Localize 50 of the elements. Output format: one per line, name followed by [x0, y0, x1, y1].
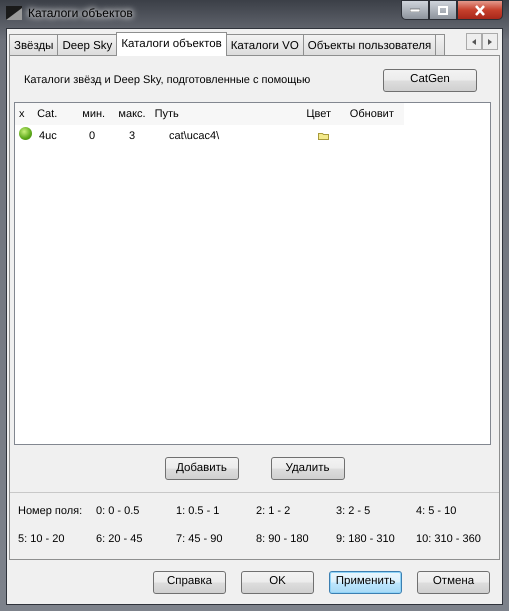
tab[interactable] [435, 34, 446, 55]
folder-icon[interactable] [318, 132, 329, 140]
field-range: 5: 10 - 20 [18, 532, 66, 546]
right-arrow-icon [486, 36, 494, 46]
dialog-button[interactable]: Применить [329, 570, 402, 594]
column-header[interactable]: Путь [154, 106, 306, 122]
column-header[interactable]: макс. [118, 106, 155, 122]
field-range: 9: 180 - 310 [336, 532, 396, 546]
app-icon [6, 6, 22, 20]
delete-button[interactable]: Удалить [270, 457, 344, 480]
dialog-button[interactable]: Отмена [417, 570, 490, 594]
column-header[interactable]: мин. [82, 106, 118, 122]
tab[interactable]: Звёзды [9, 34, 58, 55]
field-range: 7: 45 - 90 [176, 532, 224, 546]
close-button[interactable] [457, 0, 503, 20]
field-range: 4: 5 - 10 [416, 504, 458, 519]
tab[interactable]: Deep Sky [57, 34, 118, 55]
field-label: Номер поля: [18, 504, 84, 519]
tab[interactable]: Каталоги VO [226, 34, 304, 55]
dialog-button[interactable]: Справка [153, 570, 226, 594]
field-range: 8: 90 - 180 [256, 532, 310, 546]
scroll-left-button[interactable] [466, 33, 482, 50]
column-header[interactable]: Обновит [350, 106, 404, 122]
left-arrow-icon [470, 36, 478, 46]
field-range: 10: 310 - 360 [416, 532, 482, 546]
maximize-button[interactable] [429, 0, 457, 20]
tab[interactable]: Объекты пользователя [302, 34, 436, 55]
catgen-button[interactable]: CatGen [383, 68, 477, 92]
tab[interactable]: Каталоги объектов [116, 32, 227, 56]
field-range: 3: 2 - 5 [336, 504, 372, 519]
column-header[interactable]: x [15, 106, 38, 122]
table-cell-text: cat\ucac4\ [169, 128, 220, 144]
description-text: Каталоги звёзд и Deep Sky, подготовленные с помощью [24, 72, 310, 88]
scroll-right-button[interactable] [482, 33, 498, 50]
column-header[interactable]: Цвет [306, 106, 350, 122]
minimize-button[interactable] [401, 0, 429, 20]
field-range: 6: 20 - 45 [96, 532, 144, 546]
table-cell-text: 0 [89, 128, 96, 144]
field-range: 2: 1 - 2 [256, 504, 292, 519]
field-range: 1: 0.5 - 1 [176, 504, 220, 519]
table-cell-text: 3 [129, 128, 136, 144]
dialog-button[interactable]: OK [241, 570, 314, 594]
add-button[interactable]: Добавить [164, 457, 238, 480]
minimize-icon [410, 8, 420, 12]
table-cell-text: 4uc [39, 128, 58, 144]
maximize-icon [438, 6, 448, 14]
window-title: Каталоги объектов [27, 4, 134, 22]
column-header[interactable]: Cat. [37, 106, 82, 122]
close-icon [474, 4, 486, 16]
field-range: 0: 0 - 0.5 [96, 504, 140, 519]
